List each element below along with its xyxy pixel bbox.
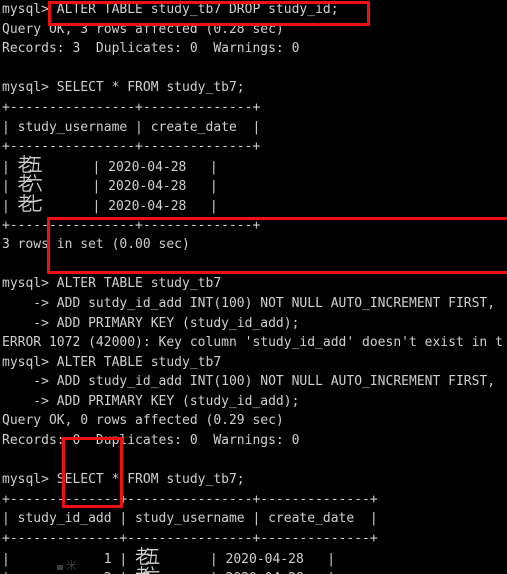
line-segment: | 2020-04-28 | [37, 159, 218, 175]
line-segment: | 2020-04-28 | [37, 179, 218, 195]
line-segment: | [2, 179, 18, 195]
terminal-line: +----------------+--------------+ [2, 99, 261, 115]
terminal-line: -> ADD PRIMARY KEY (study_id_add); [2, 315, 300, 331]
terminal-line: | 1 | 老五 | 2020-04-28 | [2, 545, 507, 569]
terminal-line: +--------------+----------------+-------… [2, 491, 378, 507]
terminal-line: -> ADD PRIMARY KEY (study_id_add); [2, 393, 300, 409]
line-segment: | 2020-04-28 | [155, 551, 336, 567]
terminal-output: mysql> ALTER TABLE study_tb7 DROP study_… [2, 0, 507, 574]
terminal-window[interactable]: mysql> ALTER TABLE study_tb7 DROP study_… [0, 0, 507, 574]
terminal-line: Query OK, 0 rows affected (0.29 sec) [2, 413, 284, 429]
terminal-line: mysql> SELECT * FROM study_tb7; [2, 80, 245, 96]
terminal-line: | 老五 | 2020-04-28 | [2, 153, 507, 177]
terminal-line: ERROR 1072 (42000): Key column 'study_id… [2, 335, 503, 351]
terminal-line: Records: 3 Duplicates: 0 Warnings: 0 [2, 41, 300, 57]
terminal-line: -> ADD study_id_add INT(100) NOT NULL AU… [2, 374, 496, 390]
terminal-line: +--------------+----------------+-------… [2, 531, 378, 547]
watermark-text: 米 [66, 559, 77, 573]
terminal-line: mysql> SELECT * FROM study_tb7; [2, 472, 245, 488]
terminal-line: mysql> ALTER TABLE study_tb7 [2, 276, 222, 292]
terminal-line: | 2 | 老六 | 2020-04-28 | [2, 565, 507, 574]
terminal-line: | 老七 | 2020-04-28 | [2, 192, 507, 216]
cjk-cell-value: 老七 [17, 192, 43, 215]
cjk-cell-value: 老六 [135, 565, 160, 574]
terminal-line: +----------------+--------------+ [2, 139, 261, 155]
terminal-line: Records: 0 Duplicates: 0 Warnings: 0 [2, 433, 300, 449]
terminal-line: mysql> ALTER TABLE study_tb7 [2, 354, 222, 370]
terminal-line: +----------------+--------------+ [2, 217, 261, 233]
terminal-line: | study_id_add | study_username | create… [2, 511, 378, 527]
line-segment: | 2020-04-28 | [37, 198, 218, 214]
line-segment: | [2, 159, 18, 175]
terminal-line: mysql> ALTER TABLE study_tb7 DROP study_… [2, 2, 339, 17]
terminal-line: 3 rows in set (0.00 sec) [2, 237, 190, 253]
line-segment: | [2, 198, 18, 214]
terminal-line: | 老六 | 2020-04-28 | [2, 173, 507, 196]
watermark-dot [57, 565, 63, 570]
terminal-line: | study_username | create_date | [2, 119, 261, 135]
terminal-line: -> ADD sutdy_id_add INT(100) NOT NULL AU… [2, 295, 496, 311]
terminal-line: Query OK, 3 rows affected (0.28 sec) [2, 21, 284, 37]
